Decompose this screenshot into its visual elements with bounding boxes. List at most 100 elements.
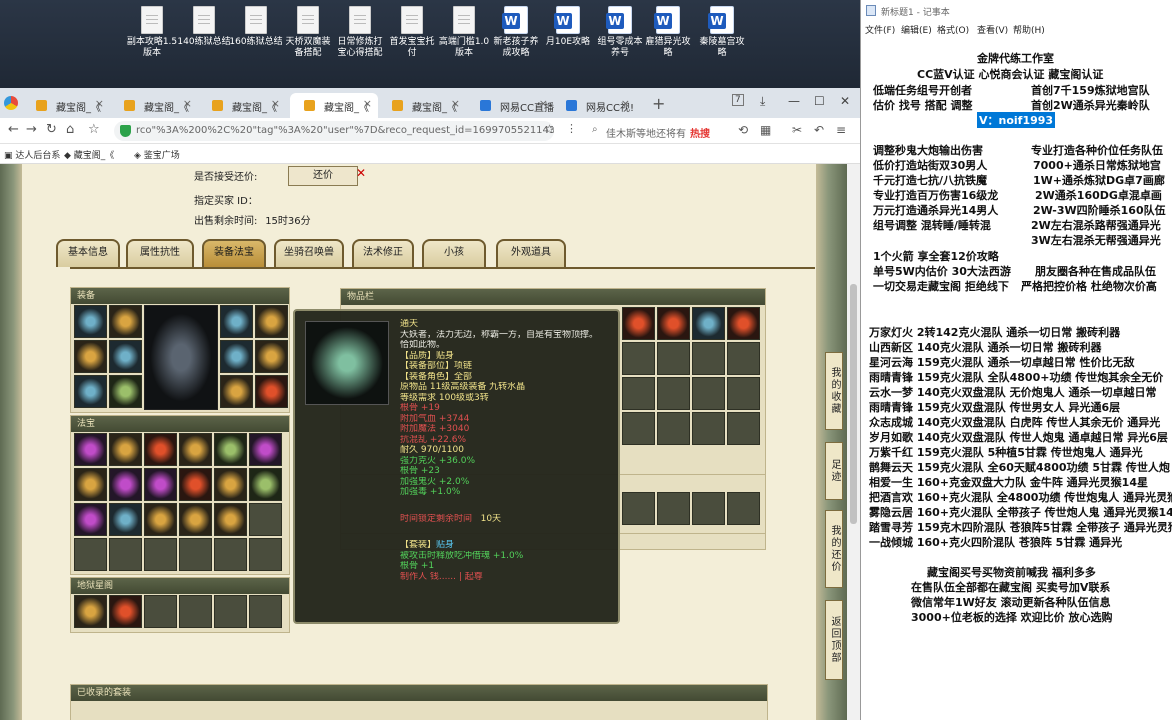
item-slot-filled[interactable] [214, 433, 247, 466]
sync-icon[interactable]: ⟲ [738, 123, 748, 137]
item-slot-filled[interactable] [220, 375, 253, 408]
maximize-icon[interactable]: ☐ [814, 94, 825, 108]
url-bar[interactable]: rco"%3A%200%2C%20"tag"%3A%20"user"%7D&re… [114, 121, 554, 141]
star-icon[interactable]: ☆ [88, 122, 100, 137]
scrollbar-thumb[interactable] [850, 284, 857, 524]
browser-tab-5[interactable]: 藏宝阁_《 × [378, 93, 466, 118]
item-slot-empty[interactable] [727, 492, 760, 525]
item-slot-filled[interactable] [249, 468, 282, 501]
notepad-menu-item-2[interactable]: 编辑(E) [901, 23, 932, 36]
item-slot-filled[interactable] [109, 503, 142, 536]
item-slot-filled[interactable] [74, 375, 107, 408]
desktop-icon-1[interactable]: 副本攻略1.5 版本 [124, 6, 180, 59]
item-slot-empty[interactable] [657, 492, 690, 525]
cut-icon[interactable]: ✂ [792, 123, 802, 137]
item-slot-empty[interactable] [214, 595, 247, 628]
desktop-icon-12[interactable]: W 秦陵墓宫攻 略 [694, 6, 750, 59]
game-tab-5[interactable]: 法术修正 [352, 239, 414, 267]
game-tab-2[interactable]: 属性抗性 [126, 239, 194, 267]
bookmark-2[interactable]: ◆ 藏宝阁_《 [64, 148, 114, 161]
item-slot-filled[interactable] [255, 375, 288, 408]
item-slot-filled[interactable] [109, 305, 142, 338]
item-slot-filled[interactable] [74, 595, 107, 628]
search-box[interactable]: ⌕ 佳木斯等地还将有 热搜 [590, 121, 730, 141]
item-slot-filled[interactable] [249, 433, 282, 466]
game-tab-1[interactable]: 基本信息 [56, 239, 120, 267]
item-slot-filled[interactable] [179, 433, 212, 466]
item-slot-filled[interactable] [214, 503, 247, 536]
item-slot-filled[interactable] [74, 305, 107, 338]
forward-icon[interactable]: → [26, 122, 37, 137]
desktop-icon-9[interactable]: W 月10E攻略 [540, 6, 596, 48]
tab-close-icon[interactable]: × [183, 97, 192, 110]
item-slot-filled[interactable] [255, 305, 288, 338]
item-slot-empty[interactable] [74, 538, 107, 571]
bookmark-1[interactable]: ▣ 达人后台系 [4, 148, 60, 161]
item-slot-empty[interactable] [622, 342, 655, 375]
item-slot-empty[interactable] [622, 377, 655, 410]
minimize-icon[interactable]: — [788, 94, 800, 108]
item-slot-filled[interactable] [255, 340, 288, 373]
item-slot-empty[interactable] [692, 377, 725, 410]
refresh-icon[interactable]: ↻ [46, 122, 57, 137]
item-slot-filled[interactable] [144, 468, 177, 501]
item-slot-filled[interactable] [622, 307, 655, 340]
footprint-button[interactable]: 足迹 [825, 442, 843, 500]
item-slot-filled[interactable] [109, 340, 142, 373]
item-slot-empty[interactable] [727, 377, 760, 410]
browser-tab-7[interactable]: 网易CC视! × [552, 93, 636, 118]
item-slot-empty[interactable] [657, 377, 690, 410]
game-tab-7[interactable]: 外观道具 [496, 239, 566, 267]
item-slot-empty[interactable] [622, 412, 655, 445]
item-slot-filled[interactable] [109, 375, 142, 408]
grid-icon[interactable]: ▦ [760, 123, 771, 137]
item-slot-empty[interactable] [144, 538, 177, 571]
item-slot-empty[interactable] [249, 538, 282, 571]
item-slot-filled[interactable] [692, 307, 725, 340]
item-slot-filled[interactable] [109, 595, 142, 628]
desktop-icon-8[interactable]: W 新老孩子养 成攻略 [488, 6, 544, 59]
item-slot-filled[interactable] [220, 340, 253, 373]
browser-tab-3[interactable]: 藏宝阁_《 × [198, 93, 286, 118]
pin-icon[interactable]: ⤓ [760, 94, 765, 109]
item-slot-empty[interactable] [249, 595, 282, 628]
close-window-icon[interactable]: ✕ [840, 94, 850, 108]
my-favorites-button[interactable]: 我的收藏 [825, 352, 843, 430]
menu-icon[interactable]: ≡ [836, 123, 846, 137]
item-slot-filled[interactable] [144, 503, 177, 536]
my-bargain-button[interactable]: 我的还价 [825, 510, 843, 588]
menu-dots-icon[interactable]: ⋮ [566, 122, 577, 135]
browser-tab-6[interactable]: 网易CC直播 × [466, 93, 554, 118]
item-slot-empty[interactable] [622, 492, 655, 525]
browser-tab-1[interactable]: 藏宝阁_《 × [22, 93, 110, 118]
item-slot-empty[interactable] [179, 595, 212, 628]
item-slot-filled[interactable] [74, 468, 107, 501]
desktop-icon-3[interactable]: 160练狱总结 [228, 6, 284, 48]
game-tab-6[interactable]: 小孩 [422, 239, 486, 267]
item-slot-empty[interactable] [692, 342, 725, 375]
tab-count-badge[interactable]: 7 [732, 94, 744, 106]
item-slot-empty[interactable] [692, 492, 725, 525]
item-slot-filled[interactable] [220, 305, 253, 338]
desktop-icon-6[interactable]: 首发宝宝托 付 [384, 6, 440, 59]
notepad-menu-item-5[interactable]: 帮助(H) [1013, 23, 1045, 36]
bookmark-3[interactable]: ◈ 鉴宝广场 [134, 148, 180, 161]
notepad-menu-item-4[interactable]: 查看(V) [977, 23, 1008, 36]
item-slot-filled[interactable] [144, 433, 177, 466]
item-slot-empty[interactable] [657, 412, 690, 445]
item-slot-empty[interactable] [179, 538, 212, 571]
bargain-button[interactable]: 还价 [288, 166, 358, 186]
close-x-icon[interactable]: ✕ [356, 166, 366, 180]
tab-close-icon[interactable]: × [95, 97, 104, 110]
new-tab-icon[interactable]: + [652, 94, 665, 113]
bookmark-star-icon[interactable]: ☆ [544, 122, 555, 136]
notepad-text-area[interactable]: 金牌代练工作室 CC蓝V认证 心悦商会认证 藏宝阁认证 低端任务组号开创者 首创7千1… [861, 36, 1172, 720]
tab-close-icon[interactable]: × [363, 97, 372, 110]
page-scrollbar[interactable] [847, 164, 860, 720]
tab-close-icon[interactable]: × [621, 97, 630, 110]
item-slot-filled[interactable] [74, 503, 107, 536]
desktop-icon-4[interactable]: 天桥双魔装 备搭配 [280, 6, 336, 59]
item-slot-filled[interactable] [74, 433, 107, 466]
game-tab-4[interactable]: 坐骑召唤兽 [274, 239, 344, 267]
desktop-icon-5[interactable]: 日常修炼打 宝心得搭配 [332, 6, 388, 59]
